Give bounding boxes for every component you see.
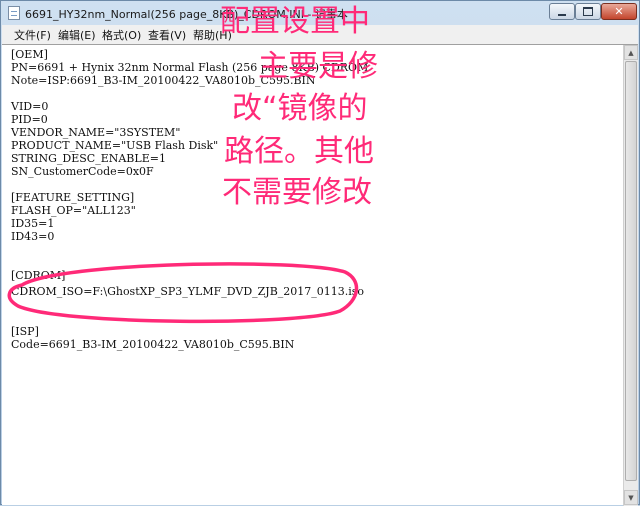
close-icon: ✕: [614, 5, 624, 18]
text-line: [ISP]: [11, 325, 39, 338]
text-line: FLASH_OP="ALL123": [11, 204, 136, 217]
maximize-button[interactable]: [575, 3, 601, 20]
minimize-icon: [558, 13, 566, 16]
scroll-up-icon[interactable]: ▲: [624, 45, 638, 60]
text-line: VENDOR_NAME="3SYSTEM": [11, 126, 181, 139]
text-line: PRODUCT_NAME="USB Flash Disk": [11, 139, 219, 152]
text-line: [CDROM]: [11, 269, 66, 282]
annotation-line: 配置设置中: [220, 4, 370, 39]
text-line: ID43=0: [11, 230, 55, 243]
menu-file[interactable]: 文件(F): [14, 27, 51, 43]
menu-edit[interactable]: 编辑(E): [58, 27, 96, 43]
maximize-icon: [583, 7, 593, 16]
scroll-down-icon[interactable]: ▼: [624, 490, 638, 505]
text-line: ID35=1: [11, 217, 55, 230]
text-line: SN_CustomerCode=0x0F: [11, 165, 154, 178]
annotation-line: 不需要修改: [222, 175, 372, 210]
text-line-cdrom-iso: CDROM_ISO=F:\GhostXP_SP3_YLMF_DVD_ZJB_20…: [11, 285, 365, 298]
text-line: PID=0: [11, 113, 48, 126]
menu-view[interactable]: 查看(V): [148, 27, 186, 43]
annotation-line: 主要是修: [258, 49, 378, 84]
minimize-button[interactable]: [549, 3, 575, 20]
annotation-line: 路径。其他: [224, 134, 374, 169]
text-line: Code=6691_B3-IM_20100422_VA8010b_C595.BI…: [11, 338, 295, 351]
close-button[interactable]: ✕: [601, 3, 637, 20]
vertical-scrollbar[interactable]: ▲ ▼: [623, 45, 638, 506]
text-line: STRING_DESC_ENABLE=1: [11, 152, 166, 165]
annotation-line: 改“镜像的: [232, 91, 368, 126]
menu-format[interactable]: 格式(O): [102, 27, 141, 43]
scroll-thumb[interactable]: [625, 61, 637, 481]
notepad-icon: [8, 6, 20, 20]
text-line: VID=0: [11, 100, 49, 113]
text-line: [OEM]: [11, 48, 48, 61]
text-line: [FEATURE_SETTING]: [11, 191, 135, 204]
